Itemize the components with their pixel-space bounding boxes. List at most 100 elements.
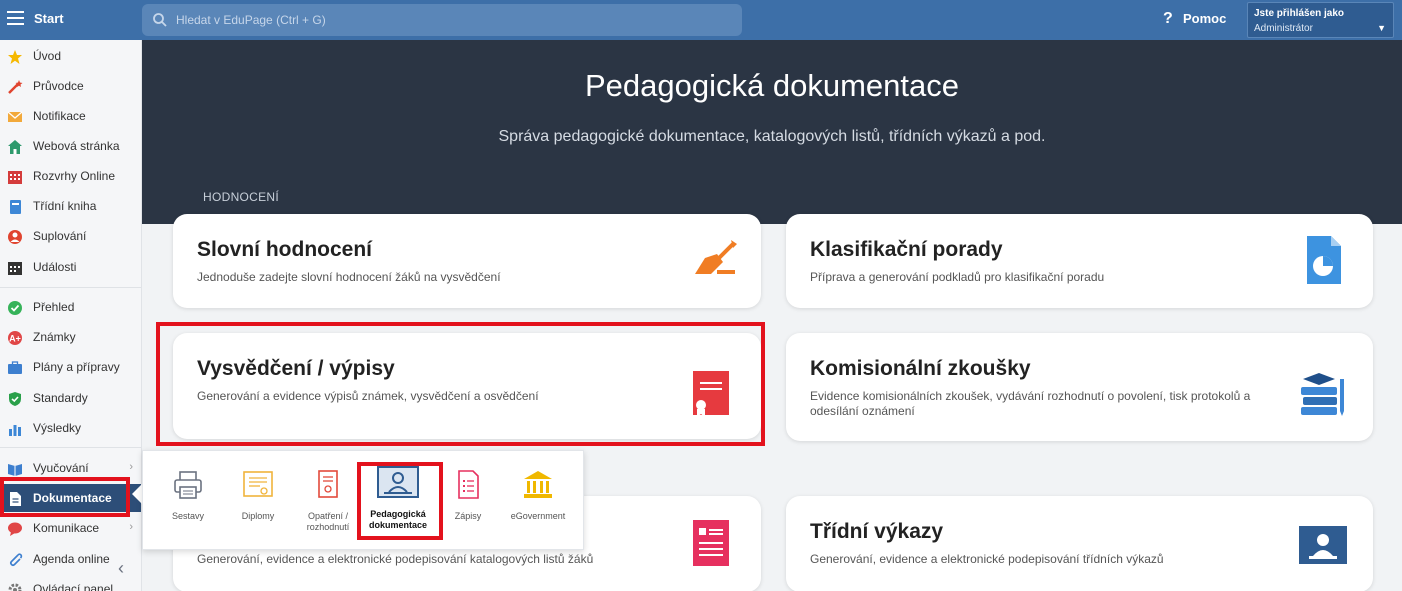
sidebar-item-label: Vyučování [33,461,89,475]
card-klasifikacni-porady[interactable]: Klasifikační porady Příprava a generován… [786,214,1373,308]
sidebar-item-label: Rozvrhy Online [33,169,116,183]
highlight-frame [0,477,130,517]
card-description: Evidence komisionálních zkoušek, vydáván… [810,389,1251,418]
decision-icon [318,470,338,498]
sidebar-item-webova-stranka[interactable]: Webová stránka [0,132,141,160]
paperclip-icon [9,553,23,567]
sidebar-item-label: Standardy [33,391,88,405]
card-description: Příprava a generování podkladů pro klasi… [810,270,1105,284]
sidebar-item-prehled[interactable]: Přehled [0,293,141,321]
sidebar-item-label: Úvod [33,49,62,63]
sidebar-item-standardy[interactable]: Standardy [0,384,141,412]
sidebar-item-label: Průvodce [33,79,84,93]
hero-banner: Pedagogická dokumentace Správa pedagogic… [142,40,1402,224]
user-menu[interactable]: Jste přihlášen jako Administrátor ▼ [1247,2,1394,38]
search-icon [153,13,167,27]
sidebar-item-label: Webová stránka [33,139,120,153]
help-label: Pomoc [1183,11,1227,26]
user-line1: Jste přihlášen jako [1254,8,1345,19]
card-description: Jednoduše zadejte slovní hodnocení žáků … [197,270,501,284]
shield-icon [9,392,21,406]
government-building-icon [524,471,552,498]
section-label: HODNOCENÍ [203,190,280,204]
flyout-item-zapisy[interactable]: Zápisy [431,465,505,535]
flyout-item-label: Diplomy [241,511,275,521]
sidebar-item-label: Přehled [33,300,75,314]
flyout-item-label: Sestavy [171,511,204,521]
catalog-sheet-icon [693,520,729,566]
flyout-item-label: Opatření / rozhodnutí [306,511,350,532]
sidebar-item-label: Plány a přípravy [33,360,120,374]
sidebar-item-znamky[interactable]: A+ Známky [0,323,141,351]
sidebar-item-vysledky[interactable]: Výsledky [0,414,141,442]
page-subtitle: Správa pedagogické dokumentace, katalogo… [498,128,1046,145]
card-title: Třídní výkazy [810,520,944,543]
sidebar-item-tridni-kniha[interactable]: Třídní kniha [0,192,141,220]
sidebar-divider [0,287,141,288]
top-bar: Start ? Pomoc Jste přihlášen jako Adminis… [0,0,1402,40]
sidebar-item-komunikace[interactable]: Komunikace › [0,514,141,542]
sidebar-item-label: Agenda online [33,552,110,566]
list-doc-icon [458,470,479,499]
start-label[interactable]: Start [34,11,64,26]
help-button[interactable]: ? Pomoc [1163,10,1226,28]
sidebar-item-suplovani[interactable]: Suplování [0,222,141,250]
question-icon: ? [1163,10,1173,27]
grades-icon: A+ [8,331,22,345]
books-stack-icon [1301,373,1344,416]
star-icon [8,50,22,64]
class-report-icon [1299,526,1347,564]
sidebar-item-uvod[interactable]: Úvod [0,42,141,70]
sidebar-item-label: Suplování [33,229,87,243]
card-title: Slovní hodnocení [197,238,373,261]
sidebar-item-plany-a-pripravy[interactable]: Plány a přípravy [0,353,141,381]
sidebar-item-label: Výsledky [33,421,82,435]
cog-icon [8,583,22,591]
card-slovni-hodnoceni[interactable]: Slovní hodnocení Jednoduše zadejte slovn… [173,214,761,308]
pedagogical-doc-icon [377,466,419,498]
sidebar-item-udalosti[interactable]: Události [0,253,141,281]
envelope-icon [7,111,23,122]
card-tridni-vykazy[interactable]: Třídní výkazy Generování, evidence a ele… [786,496,1373,591]
card-description: Generování, evidence a elektronické pode… [810,552,1164,566]
book-icon [10,200,21,214]
card-description: Generování a evidence výpisů známek, vys… [197,389,539,403]
flyout-item-opatreni-rozhodnuti[interactable]: Opatření / rozhodnutí [291,465,365,535]
card-title: Komisionální zkoušky [810,357,1031,380]
flyout-item-pedagogicka-dokumentace[interactable]: Pedagogická dokumentace [361,465,435,535]
search-input[interactable] [176,11,716,29]
user-name: Administrátor [1254,23,1313,34]
dokumentace-flyout-menu: Sestavy Diplomy Opatření / rozhodnutí Pe… [142,450,584,550]
sidebar-item-label: Známky [33,330,76,344]
sidebar-divider [0,447,141,448]
chevron-right-icon: › [129,521,133,533]
briefcase-icon [8,361,22,374]
flyout-item-sestavy[interactable]: Sestavy [151,465,225,535]
certificate-icon [693,371,729,417]
sidebar-item-pruvodce[interactable]: Průvodce [0,72,141,100]
pie-chart-document-icon [1307,236,1341,284]
diploma-icon [243,471,273,497]
flyout-pointer [132,484,142,504]
substitute-icon [8,230,22,244]
menu-icon[interactable] [7,11,24,25]
collapse-sidebar-icon[interactable]: ‹ [118,558,124,579]
card-vysvedceni-vypisy[interactable]: Vysvědčení / výpisy Generování a evidenc… [173,333,761,439]
bar-chart-icon [9,425,21,436]
card-komisionalni-zkousky[interactable]: Komisionální zkoušky Evidence komisionál… [786,333,1373,441]
svg-text:A+: A+ [9,334,21,344]
sidebar-item-label: Události [33,260,77,274]
sidebar-item-label: Notifikace [33,109,86,123]
card-title: Klasifikační porady [810,238,1003,261]
search-box[interactable] [142,4,742,36]
sidebar-item-rozvrhy-online[interactable]: Rozvrhy Online [0,162,141,190]
magic-wand-icon [8,80,23,94]
flyout-item-label: Zápisy [454,511,482,521]
calendar-icon [8,262,22,275]
flyout-item-label: Pedagogická dokumentace [368,509,428,530]
timetable-icon [8,171,22,184]
sidebar-item-notifikace[interactable]: Notifikace [0,102,141,130]
flyout-item-diplomy[interactable]: Diplomy [221,465,295,535]
flyout-item-egovernment[interactable]: eGovernment [501,465,575,535]
hand-writing-icon [695,240,737,274]
